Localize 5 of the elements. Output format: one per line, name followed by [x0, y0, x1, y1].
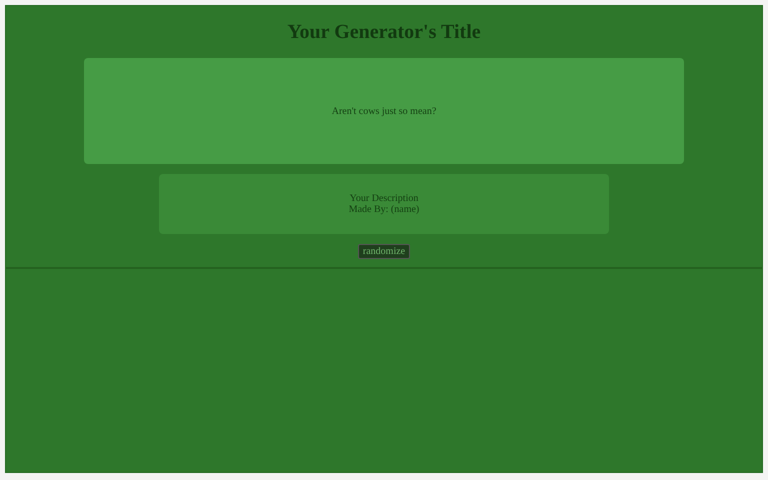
- randomize-button[interactable]: randomize: [358, 244, 410, 259]
- generator-title: Your Generator's Title: [287, 20, 481, 44]
- generated-text: Aren't cows just so mean?: [332, 106, 436, 116]
- description-text: Your Description: [350, 193, 418, 204]
- description-text: Made By: (name): [348, 204, 420, 215]
